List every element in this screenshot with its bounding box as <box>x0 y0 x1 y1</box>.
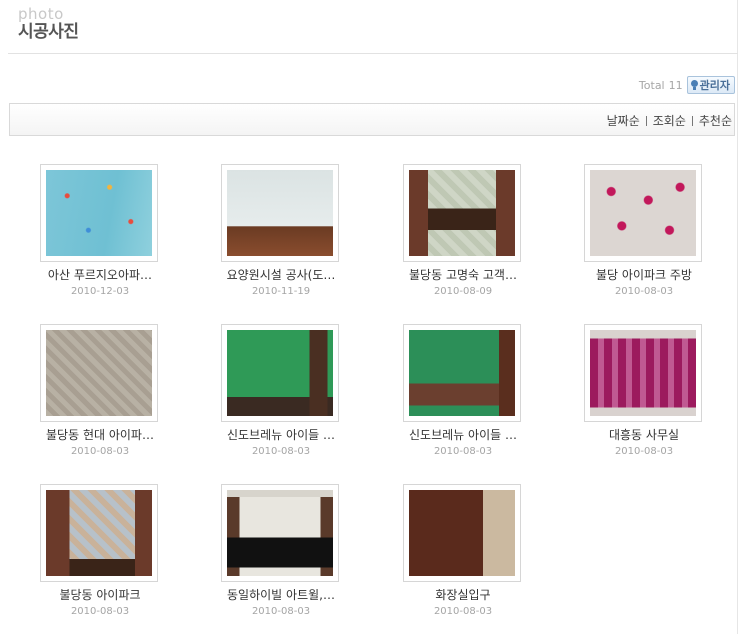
gallery-caption[interactable]: 불당동 아이파크 <box>15 586 185 603</box>
gallery-date: 2010-08-03 <box>251 446 311 457</box>
gallery-date: 2010-12-03 <box>70 286 130 297</box>
gallery-date: 2010-11-19 <box>251 286 311 297</box>
gallery-caption[interactable]: 요양원시설 공사(도… <box>196 266 366 283</box>
thumbnail-image <box>46 330 152 416</box>
gallery-caption[interactable]: 불당동 현대 아이파… <box>15 426 185 443</box>
thumbnail-image <box>46 490 152 576</box>
gallery-caption[interactable]: 불당동 고명숙 고객… <box>378 266 548 283</box>
header-divider <box>8 53 738 54</box>
total-label: Total <box>638 78 665 92</box>
gallery-thumbnail[interactable] <box>403 324 521 422</box>
gallery-thumbnail[interactable] <box>40 484 158 582</box>
gallery-caption[interactable]: 대흥동 사무실 <box>559 426 729 443</box>
gallery-thumbnail[interactable] <box>221 324 339 422</box>
gallery-thumbnail[interactable] <box>221 484 339 582</box>
page-subtitle: photo <box>18 5 64 23</box>
gallery-thumbnail[interactable] <box>403 164 521 262</box>
thumbnail-image <box>46 170 152 256</box>
admin-button[interactable]: 관리자 <box>686 76 735 94</box>
sort-by-views-link[interactable]: 조회순 <box>653 112 686 129</box>
gallery-caption[interactable]: 신도브레뉴 아이들 … <box>378 426 548 443</box>
gallery-caption[interactable]: 불당 아이파크 주방 <box>559 266 729 283</box>
thumbnail-image <box>590 170 696 256</box>
thumbnail-image <box>409 490 515 576</box>
gallery-date: 2010-08-09 <box>433 286 493 297</box>
gallery-thumbnail[interactable] <box>40 164 158 262</box>
gallery-date: 2010-08-03 <box>70 446 130 457</box>
sort-separator <box>691 115 693 126</box>
thumbnail-image <box>409 170 515 256</box>
admin-button-label: 관리자 <box>699 79 730 92</box>
thumbnail-image <box>590 330 696 416</box>
frame-border <box>737 0 738 634</box>
total-count: 11 <box>668 78 683 92</box>
gallery-date: 2010-08-03 <box>433 606 493 617</box>
sort-separator <box>645 115 647 126</box>
gallery-thumbnail[interactable] <box>221 164 339 262</box>
gallery-caption[interactable]: 화장실입구 <box>378 586 548 603</box>
gallery-date: 2010-08-03 <box>251 606 311 617</box>
thumbnail-image <box>409 330 515 416</box>
gallery-thumbnail[interactable] <box>40 324 158 422</box>
sort-by-recommend-link[interactable]: 추천순 <box>699 112 732 129</box>
gallery-date: 2010-08-03 <box>433 446 493 457</box>
gallery-date: 2010-08-03 <box>70 606 130 617</box>
gallery-thumbnail[interactable] <box>584 164 702 262</box>
sort-by-date-link[interactable]: 날짜순 <box>607 112 640 129</box>
sort-bar: 날짜순 조회순 추천순 <box>9 103 735 136</box>
lightbulb-icon <box>690 80 698 90</box>
gallery-date: 2010-08-03 <box>614 286 674 297</box>
gallery-caption[interactable]: 동일하이빌 아트윌,… <box>196 586 366 603</box>
thumbnail-image <box>227 490 333 576</box>
gallery-caption[interactable]: 신도브레뉴 아이들 … <box>196 426 366 443</box>
thumbnail-image <box>227 170 333 256</box>
gallery-date: 2010-08-03 <box>614 446 674 457</box>
total-row: Total 11 관리자 <box>639 76 735 94</box>
page-header: photo 시공사진 <box>18 6 79 42</box>
gallery-caption[interactable]: 아산 푸르지오아파… <box>15 266 185 283</box>
gallery-thumbnail[interactable] <box>584 324 702 422</box>
thumbnail-image <box>227 330 333 416</box>
gallery-thumbnail[interactable] <box>403 484 521 582</box>
sort-links: 날짜순 조회순 추천순 <box>607 112 732 129</box>
page-title: 시공사진 <box>18 22 79 42</box>
